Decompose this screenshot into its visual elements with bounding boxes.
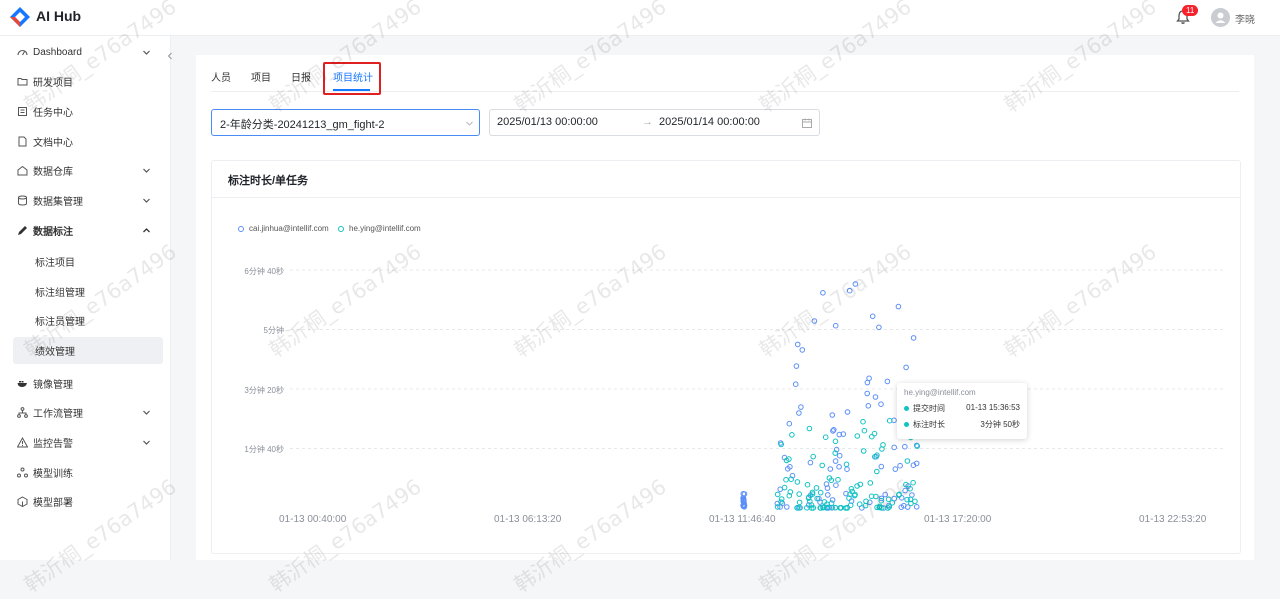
sidebar-subitem-label: 绩效管理 (35, 347, 75, 358)
tab-personnel[interactable]: 人员 (211, 69, 231, 84)
sidebar-subitem-annotation-groups[interactable]: 标注组管理 (13, 278, 163, 305)
warehouse-icon (17, 165, 28, 175)
tooltip-marker (904, 406, 909, 412)
chevron-down-icon (143, 50, 150, 55)
x-tick-label: 01-13 06:13:20 (494, 514, 562, 525)
annotation-icon (18, 225, 27, 235)
sidebar-item-rd-projects[interactable]: 研发项目 (0, 67, 170, 95)
sidebar-item-label: 数据集管理 (33, 196, 83, 208)
date-start-input[interactable]: 2025/01/13 00:00:00 (497, 116, 598, 128)
chevron-down-icon (466, 121, 473, 126)
sidebar-item-label: 研发项目 (33, 77, 73, 89)
y-tick-label: 6分钟 40秒 (244, 267, 284, 276)
chevron-up-icon (143, 227, 150, 232)
x-tick-label: 01-13 22:53:20 (1139, 514, 1207, 525)
notification-badge: 11 (1182, 5, 1199, 16)
user-icon (1215, 12, 1226, 23)
sidebar-item-model-deployment[interactable]: 模型部署 (0, 487, 170, 515)
avatar[interactable] (1211, 8, 1230, 27)
sidebar-subitem-annotators[interactable]: 标注员管理 (13, 307, 163, 334)
project-select-value: 2-年龄分类-20241213_gm_fight-2 (220, 119, 385, 131)
y-tick-label: 3分钟 20秒 (244, 386, 284, 395)
x-tick-label: 01-13 11:46:40 (709, 514, 776, 525)
sidebar-item-image-management[interactable]: 镜像管理 (0, 369, 170, 397)
docker-icon (17, 380, 27, 387)
tab-highlight-box (323, 62, 381, 95)
tooltip-marker (904, 422, 909, 428)
tooltip-row: 提交时间 01-13 15:36:53 (904, 403, 1020, 414)
task-icon (18, 106, 27, 116)
sidebar-subitem-performance[interactable]: 绩效管理 (13, 337, 163, 364)
workflow-icon (17, 406, 28, 418)
sidebar: Dashboard 研发项目 任务中心 文档中心 数据仓库 数据集管理 数据标注… (0, 36, 171, 560)
sidebar-item-dashboard[interactable]: Dashboard (0, 38, 170, 66)
sidebar-item-label: 数据仓库 (33, 166, 73, 178)
sidebar-item-task-center[interactable]: 任务中心 (0, 97, 170, 125)
chart-divider (212, 197, 1240, 198)
sidebar-item-label: 任务中心 (33, 107, 73, 119)
dashboard-icon (17, 49, 28, 55)
sidebar-item-monitoring-alerts[interactable]: 监控告警 (0, 428, 170, 456)
tab-projects[interactable]: 项目 (251, 69, 271, 84)
user-name[interactable]: 李晓 (1235, 11, 1255, 26)
x-tick-label: 01-13 00:40:00 (279, 514, 347, 525)
legend-label: cai.jinhua@intellif.com (249, 224, 329, 233)
sidebar-subitem-label: 标注组管理 (35, 288, 85, 299)
y-tick-label: 5分钟 (263, 326, 284, 335)
chart-card (211, 160, 1241, 554)
chevron-down-icon (143, 440, 150, 445)
sidebar-item-workflow-management[interactable]: 工作流管理 (0, 398, 170, 426)
y-tick-label: 1分钟 40秒 (244, 445, 284, 454)
sidebar-item-model-training[interactable]: 模型训练 (0, 458, 170, 486)
chevron-down-icon (143, 410, 150, 415)
sidebar-item-label: 模型部署 (33, 497, 73, 509)
tooltip-row: 标注时长 3分钟 50秒 (904, 419, 1020, 430)
legend-marker (338, 225, 344, 232)
document-icon (18, 136, 27, 146)
tooltip-row-label: 提交时间 (913, 404, 945, 413)
alert-icon (17, 436, 28, 447)
chevron-down-icon (143, 198, 150, 203)
sidebar-subitem-label: 标注项目 (35, 258, 75, 269)
training-icon (17, 467, 28, 477)
sidebar-item-label: 监控告警 (33, 438, 73, 450)
legend-item-he-ying[interactable]: he.ying@intellif.com (338, 224, 421, 233)
chevron-down-icon (143, 168, 150, 173)
folder-icon (17, 77, 28, 85)
sidebar-item-label: 镜像管理 (33, 379, 73, 391)
date-range-picker[interactable]: 2025/01/13 00:00:00 → 2025/01/14 00:00:0… (489, 109, 820, 136)
calendar-icon (802, 118, 812, 128)
chart-tooltip: he.ying@intellif.com 提交时间 01-13 15:36:53… (897, 383, 1027, 439)
sidebar-subitem-annotation-projects[interactable]: 标注项目 (13, 248, 163, 275)
sidebar-item-label: 模型训练 (33, 468, 73, 480)
tooltip-row-label: 标注时长 (913, 420, 945, 429)
sidebar-item-data-annotation[interactable]: 数据标注 (0, 216, 170, 244)
legend-item-cai-jinhua[interactable]: cai.jinhua@intellif.com (238, 224, 329, 233)
sidebar-item-label: 工作流管理 (33, 408, 83, 420)
legend-label: he.ying@intellif.com (349, 224, 421, 233)
top-bar: AI Hub 11 李晓 (0, 0, 1280, 36)
chart-title: 标注时长/单任务 (228, 175, 309, 187)
tooltip-row-value: 01-13 15:36:53 (966, 403, 1020, 412)
date-separator: → (642, 116, 653, 128)
collapse-sidebar-icon[interactable] (164, 50, 176, 62)
project-select[interactable]: 2-年龄分类-20241213_gm_fight-2 (211, 109, 480, 136)
legend-marker (238, 225, 244, 232)
sidebar-item-dataset-management[interactable]: 数据集管理 (0, 186, 170, 214)
sidebar-item-document-center[interactable]: 文档中心 (0, 127, 170, 155)
sidebar-item-data-warehouse[interactable]: 数据仓库 (0, 156, 170, 184)
sidebar-item-label: 数据标注 (33, 226, 73, 238)
tooltip-row-value: 3分钟 50秒 (980, 420, 1020, 429)
ai-hub-logo-icon[interactable] (9, 6, 31, 28)
database-icon (18, 195, 27, 205)
sidebar-item-label: Dashboard (33, 46, 82, 58)
app-title[interactable]: AI Hub (36, 8, 81, 24)
sidebar-subitem-label: 标注员管理 (35, 317, 85, 328)
sidebar-item-label: 文档中心 (33, 137, 73, 149)
date-end-input[interactable]: 2025/01/14 00:00:00 (659, 116, 760, 128)
x-tick-label: 01-13 17:20:00 (924, 514, 992, 525)
tab-daily-report[interactable]: 日报 (291, 69, 311, 84)
tooltip-title: he.ying@intellif.com (904, 388, 976, 397)
deploy-icon (17, 495, 28, 507)
